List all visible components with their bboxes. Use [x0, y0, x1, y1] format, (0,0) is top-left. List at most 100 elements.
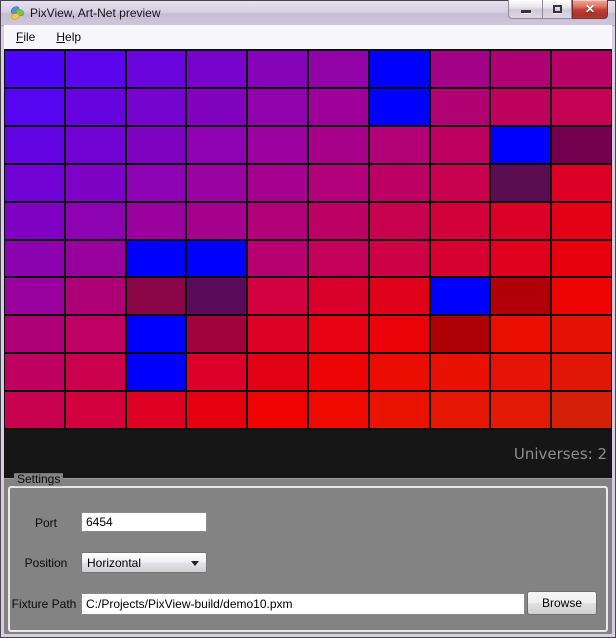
pixel-cell-r10-c2 [65, 392, 125, 428]
pixel-cell-r1-c5 [248, 51, 307, 87]
pixel-cell-r4-c3 [126, 164, 186, 201]
browse-button[interactable]: Browse [527, 591, 597, 615]
position-label: Position [24, 556, 68, 570]
minimize-icon [520, 10, 531, 13]
settings-group-title: Settings [14, 473, 64, 487]
menubar: File Help [4, 25, 612, 49]
pixel-cell-r3-c3 [126, 126, 186, 163]
pixel-cell-r3-c4 [187, 126, 247, 163]
pixel-cell-r9-c4 [187, 354, 247, 391]
pixel-cell-r8-c8 [430, 316, 490, 353]
pixel-cell-r6-c2 [65, 240, 125, 277]
pixel-cell-r9-c10 [552, 354, 611, 391]
pixel-cell-r5-c6 [308, 202, 368, 239]
pixel-cell-r3-c9 [491, 126, 551, 163]
pixel-cell-r9-c6 [308, 354, 368, 391]
pixel-cell-r3-c6 [308, 126, 368, 163]
pixel-cell-r5-c9 [491, 202, 551, 239]
pixel-cell-r1-c4 [187, 51, 247, 87]
window-controls: ✕ [508, 0, 608, 19]
pixel-cell-r4-c9 [491, 164, 551, 201]
pixel-cell-r8-c5 [248, 316, 307, 353]
menu-item-file[interactable]: File [7, 26, 44, 48]
pixel-cell-r6-c9 [491, 240, 551, 277]
pixel-cell-r6-c8 [430, 240, 490, 277]
pixel-cell-r10-c9 [491, 392, 551, 428]
maximize-icon [552, 5, 562, 13]
pixel-cell-r1-c3 [126, 51, 186, 87]
pixel-cell-r1-c8 [430, 51, 490, 87]
pixel-cell-r5-c4 [187, 202, 247, 239]
pixel-cell-r7-c2 [65, 278, 125, 315]
pixel-cell-r1-c9 [491, 51, 551, 87]
pixel-cell-r7-c3 [126, 278, 186, 315]
position-select[interactable]: Horizontal [81, 552, 207, 573]
pixel-cell-r6-c3 [126, 240, 186, 277]
pixel-cell-r5-c3 [126, 202, 186, 239]
pixel-cell-r2-c2 [65, 88, 125, 125]
pixel-cell-r7-c5 [248, 278, 307, 315]
pixel-cell-r7-c1 [5, 278, 64, 315]
pixel-cell-r10-c10 [552, 392, 611, 428]
pixel-cell-r9-c5 [248, 354, 307, 391]
pixel-cell-r7-c9 [491, 278, 551, 315]
close-icon: ✕ [584, 1, 596, 16]
window-frame-right [612, 25, 615, 637]
pixel-cell-r9-c9 [491, 354, 551, 391]
pixel-cell-r9-c8 [430, 354, 490, 391]
pixel-cell-r7-c4 [187, 278, 247, 315]
pixel-cell-r2-c3 [126, 88, 186, 125]
pixel-cell-r9-c3 [126, 354, 186, 391]
pixel-cell-r4-c4 [187, 164, 247, 201]
fixture-path-label: Fixture Path [11, 597, 77, 611]
pixel-cell-r2-c10 [552, 88, 611, 125]
pixel-cell-r10-c6 [308, 392, 368, 428]
pixel-cell-r7-c10 [552, 278, 611, 315]
pixel-cell-r1-c1 [5, 51, 64, 87]
pixel-cell-r2-c8 [430, 88, 490, 125]
pixel-cell-r2-c5 [248, 88, 307, 125]
app-icon [10, 6, 25, 20]
pixel-cell-r6-c5 [248, 240, 307, 277]
pixel-cell-r4-c1 [5, 164, 64, 201]
pixel-cell-r2-c4 [187, 88, 247, 125]
pixel-cell-r4-c2 [65, 164, 125, 201]
pixel-cell-r5-c8 [430, 202, 490, 239]
pixel-cell-r3-c2 [65, 126, 125, 163]
position-selected-value: Horizontal [87, 555, 142, 570]
window-title: PixView, Art-Net preview [30, 6, 161, 20]
close-button[interactable]: ✕ [572, 0, 608, 19]
pixel-cell-r9-c7 [369, 354, 429, 391]
pixel-cell-r4-c7 [369, 164, 429, 201]
chevron-down-icon [191, 561, 199, 566]
pixel-cell-r10-c1 [5, 392, 64, 428]
port-input[interactable] [81, 512, 207, 532]
pixel-cell-r8-c4 [187, 316, 247, 353]
pixel-cell-r10-c7 [369, 392, 429, 428]
pixel-cell-r8-c2 [65, 316, 125, 353]
pixel-cell-r8-c3 [126, 316, 186, 353]
pixel-cell-r6-c4 [187, 240, 247, 277]
pixel-cell-r5-c2 [65, 202, 125, 239]
pixel-cell-r7-c8 [430, 278, 490, 315]
pixel-cell-r9-c2 [65, 354, 125, 391]
maximize-button[interactable] [542, 0, 572, 19]
pixel-cell-r8-c1 [5, 316, 64, 353]
menu-item-help[interactable]: Help [47, 26, 90, 48]
minimize-button[interactable] [508, 0, 542, 19]
browse-button-label: Browse [541, 596, 582, 610]
fixture-path-input[interactable] [81, 593, 525, 615]
pixel-cell-r3-c10 [552, 126, 611, 163]
pixel-cell-r6-c7 [369, 240, 429, 277]
pixel-cell-r10-c8 [430, 392, 490, 428]
pixel-cell-r5-c10 [552, 202, 611, 239]
pixel-cell-r3-c7 [369, 126, 429, 163]
pixel-cell-r3-c8 [430, 126, 490, 163]
pixel-cell-r8-c9 [491, 316, 551, 353]
pixel-cell-r6-c6 [308, 240, 368, 277]
window-frame-bottom [1, 634, 615, 637]
pixel-cell-r8-c10 [552, 316, 611, 353]
pixel-cell-r1-c6 [308, 51, 368, 87]
pixel-cell-r6-c10 [552, 240, 611, 277]
pixel-cell-r10-c3 [126, 392, 186, 428]
